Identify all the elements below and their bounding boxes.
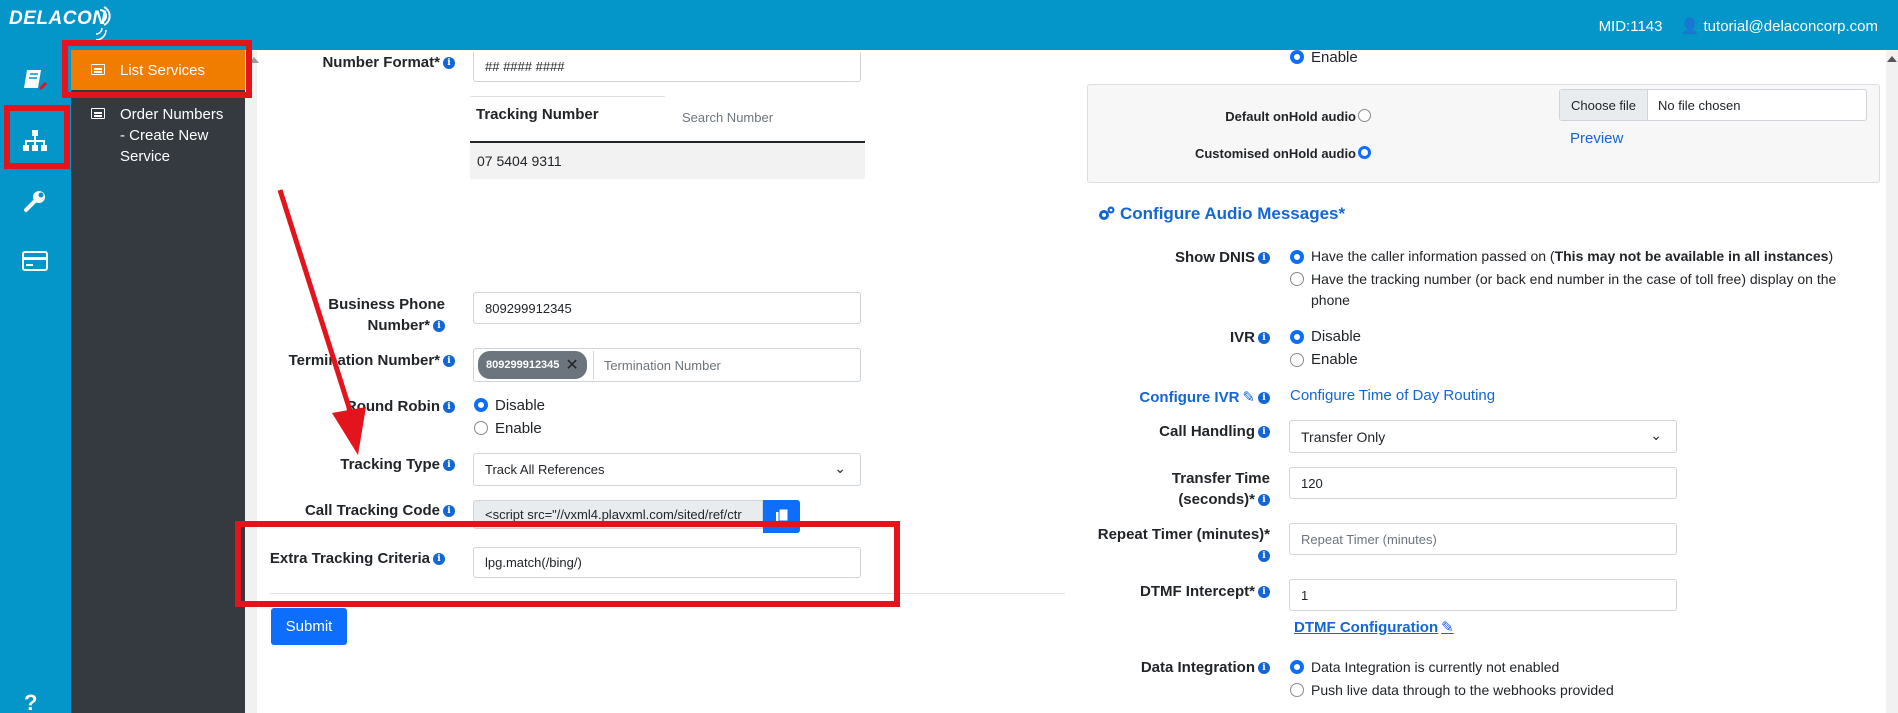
submit-button[interactable]: Submit: [271, 608, 347, 645]
data-integration-webhooks-radio[interactable]: [1290, 683, 1304, 697]
info-icon[interactable]: i: [1258, 494, 1270, 507]
credit-card-icon[interactable]: [20, 246, 50, 276]
remove-tag-icon[interactable]: ✕: [565, 355, 578, 375]
number-format-input[interactable]: ## #### ####: [473, 52, 861, 82]
info-icon[interactable]: i: [1258, 550, 1270, 563]
chevron-down-icon: ⌄: [834, 460, 846, 476]
help-icon[interactable]: ?: [24, 690, 37, 713]
edit-icon: ✎: [1441, 619, 1454, 636]
info-icon[interactable]: i: [1258, 662, 1270, 675]
dtmf-intercept-input[interactable]: 1: [1289, 579, 1677, 611]
data-integration-label: Data Integration i: [1110, 657, 1270, 678]
submenu-item-order-numbers[interactable]: Order Numbers - Create New Service: [71, 104, 245, 174]
ivr-enable-radio[interactable]: [1290, 353, 1304, 367]
show-dnis-caller-label: Have the caller information passed on (T…: [1311, 248, 1834, 264]
data-integration-disabled-radio[interactable]: [1290, 660, 1304, 674]
tracking-number-cell: 07 5404 9311: [477, 153, 562, 169]
mid-label: MID:1143: [1598, 18, 1663, 35]
info-icon[interactable]: i: [443, 57, 455, 70]
info-icon[interactable]: i: [1258, 426, 1270, 439]
repeat-timer-input[interactable]: Repeat Timer (minutes): [1289, 523, 1677, 555]
round-robin-enable-radio[interactable]: [474, 421, 488, 435]
enable-radio[interactable]: [1290, 50, 1304, 64]
info-icon[interactable]: i: [1258, 252, 1270, 265]
business-phone-input[interactable]: 809299912345: [473, 292, 861, 324]
ivr-disable-radio[interactable]: [1290, 330, 1304, 344]
list-icon: [91, 108, 105, 119]
book-icon[interactable]: [20, 65, 50, 95]
round-robin-disable-label: Disable: [495, 397, 546, 414]
default-onhold-radio[interactable]: [1358, 109, 1371, 122]
tracking-number-row[interactable]: 07 5404 9311: [470, 141, 865, 179]
submenu-panel: List Services Order Numbers - Create New…: [71, 50, 245, 713]
no-file-text: No file chosen: [1658, 97, 1741, 113]
custom-onhold-label: Customised onHold audio: [1194, 146, 1356, 161]
call-tracking-code-label: Call Tracking Code i: [290, 500, 455, 521]
header-account: MID:1143 👤 tutorial@delaconcorp.com: [1599, 17, 1878, 35]
info-icon[interactable]: i: [1258, 392, 1270, 405]
info-icon[interactable]: i: [1258, 586, 1270, 599]
dtmf-configuration-link[interactable]: DTMF Configuration ✎: [1294, 618, 1454, 636]
scrollbar[interactable]: [245, 50, 257, 713]
call-handling-label: Call Handling i: [1120, 421, 1270, 442]
ivr-enable-label: Enable: [1311, 351, 1358, 368]
info-icon[interactable]: i: [443, 505, 455, 518]
round-robin-enable-label: Enable: [495, 420, 542, 437]
show-dnis-tracking-radio[interactable]: [1290, 272, 1304, 286]
annotation-arrow-icon: [277, 189, 366, 455]
transfer-time-input[interactable]: 120: [1289, 467, 1677, 499]
configure-time-of-day-link[interactable]: Configure Time of Day Routing: [1290, 387, 1495, 404]
configure-ivr-link[interactable]: Configure IVR ✎ i: [1120, 387, 1270, 408]
edit-icon: ✎: [1242, 389, 1255, 406]
enable-label: Enable: [1311, 49, 1358, 66]
choose-file-button[interactable]: Choose file: [1560, 90, 1649, 120]
highlight-box-extra-tracking: [235, 521, 900, 607]
cogs-icon: [1099, 206, 1115, 220]
user-email[interactable]: tutorial@delaconcorp.com: [1704, 18, 1878, 35]
call-handling-select[interactable]: Transfer Only ⌄: [1289, 420, 1677, 453]
ivr-disable-label: Disable: [1311, 328, 1362, 345]
round-robin-disable-radio[interactable]: [474, 398, 488, 412]
scroll-up-arrow-icon[interactable]: [1887, 56, 1897, 62]
divider: [470, 96, 665, 97]
highlight-box-list-services: [62, 40, 252, 98]
show-dnis-caller-radio[interactable]: [1290, 250, 1304, 264]
repeat-timer-label: Repeat Timer (minutes)* i: [1097, 526, 1270, 563]
file-input[interactable]: Choose file No file chosen: [1559, 89, 1867, 121]
default-onhold-label: Default onHold audio: [1225, 109, 1356, 124]
wrench-icon[interactable]: [20, 186, 50, 216]
chevron-down-icon: ⌄: [1650, 427, 1662, 443]
info-icon[interactable]: i: [1258, 332, 1270, 345]
number-format-label: Number Format* i: [300, 52, 455, 73]
configure-audio-heading: Configure Audio Messages*: [1097, 204, 1345, 224]
data-integration-webhooks-label: Push live data through to the webhooks p…: [1311, 682, 1614, 698]
preview-link[interactable]: Preview: [1570, 130, 1623, 147]
dtmf-intercept-label: DTMF Intercept* i: [1110, 581, 1270, 602]
logo-waves-icon: [96, 6, 111, 40]
ivr-label: IVR i: [1120, 327, 1270, 348]
custom-onhold-radio[interactable]: [1358, 146, 1371, 159]
transfer-time-label: Transfer Time (seconds)* i: [1171, 470, 1270, 508]
termination-tag[interactable]: 809299912345 ✕: [478, 351, 587, 379]
info-icon[interactable]: i: [443, 355, 455, 368]
submenu-item-label: Order Numbers - Create New Service: [120, 106, 224, 165]
highlight-box-sitemap: [4, 105, 70, 169]
right-scrollbar[interactable]: [1886, 50, 1898, 713]
show-dnis-label: Show DNIS i: [1120, 247, 1270, 268]
user-icon[interactable]: 👤: [1681, 18, 1700, 35]
termination-number-input[interactable]: 809299912345 ✕ Termination Number: [473, 348, 861, 382]
info-icon[interactable]: i: [433, 320, 445, 333]
tracking-type-select[interactable]: Track All References ⌄: [473, 453, 861, 486]
info-icon[interactable]: i: [443, 401, 455, 414]
tracking-number-header: Tracking Number: [476, 106, 599, 123]
info-icon[interactable]: i: [443, 459, 455, 472]
search-number-input[interactable]: Search Number: [682, 110, 773, 125]
data-integration-disabled-label: Data Integration is currently not enable…: [1311, 659, 1560, 675]
show-dnis-tracking-label: Have the tracking number (or back end nu…: [1311, 271, 1837, 308]
termination-placeholder: Termination Number: [603, 357, 721, 373]
delacon-logo[interactable]: DELACON: [9, 8, 106, 30]
